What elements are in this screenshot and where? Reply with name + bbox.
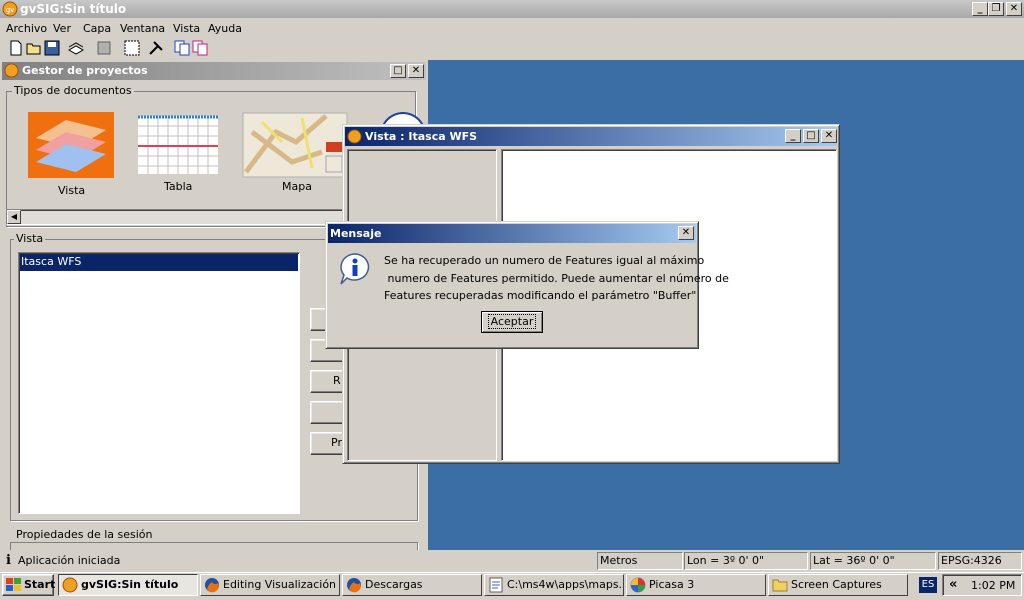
menu-capa[interactable]: Capa — [83, 22, 111, 35]
menu-ayuda[interactable]: Ayuda — [208, 22, 242, 35]
grid-icon[interactable] — [124, 40, 140, 56]
view-window-title: Vista : Itasca WFS — [365, 130, 478, 143]
status-units: Metros — [597, 552, 683, 570]
tools-icon[interactable] — [148, 40, 164, 56]
add-layer-icon[interactable] — [68, 40, 84, 56]
status-info-icon: i — [6, 553, 11, 568]
status-message: Aplicación iniciada — [18, 554, 121, 567]
vista-icon — [28, 112, 114, 178]
menu-ventana[interactable]: Ventana — [120, 22, 165, 35]
mapa-icon — [242, 112, 348, 178]
task-label: Editing Visualización ... — [223, 578, 340, 591]
menu-ver[interactable]: Ver — [53, 22, 71, 35]
view-window-titlebar: Vista : Itasca WFS _ □ ✕ — [345, 127, 837, 146]
start-label: Start — [24, 578, 56, 591]
doc-type-mapa[interactable]: Mapa — [242, 112, 348, 198]
dialog-titlebar: Mensaje ✕ — [328, 224, 696, 243]
system-tray: « 1:02 PM — [942, 574, 1022, 596]
menu-bar: Archivo Ver Capa Ventana Vista Ayuda — [0, 18, 1024, 38]
menu-archivo[interactable]: Archivo — [6, 22, 47, 35]
task-gvsig[interactable]: gvSIG:Sin título — [58, 574, 198, 596]
save-icon[interactable] — [44, 40, 60, 56]
task-firefox-downloads[interactable]: Descargas — [342, 574, 482, 596]
status-lon: Lon = 3º 0' 0" — [684, 552, 808, 570]
new-document-icon[interactable] — [8, 40, 24, 56]
list-item-label: Itasca WFS — [21, 255, 82, 268]
maximize-button[interactable]: □ — [803, 129, 819, 143]
dialog-title: Mensaje — [330, 227, 382, 240]
doc-type-mapa-label: Mapa — [282, 180, 312, 193]
folder-icon — [772, 579, 788, 592]
gvsig-logo-icon — [347, 129, 362, 144]
info-icon — [340, 253, 370, 285]
start-button[interactable]: Start — [2, 574, 56, 596]
minimize-button[interactable]: _ — [785, 129, 801, 143]
close-button[interactable]: ✕ — [408, 64, 424, 78]
doc-types-scrollbar[interactable]: ◀ — [6, 209, 346, 225]
print-icon[interactable] — [192, 40, 208, 56]
open-folder-icon[interactable] — [26, 40, 42, 56]
tabla-icon — [138, 115, 218, 174]
clock: 1:02 PM — [971, 579, 1016, 592]
language-indicator[interactable]: ES — [919, 577, 937, 593]
windows-logo-icon — [6, 578, 21, 591]
notepad-icon — [489, 577, 503, 593]
side-button-label: Pr — [331, 436, 342, 449]
side-button-label: R — [333, 374, 341, 387]
session-label: Propiedades de la sesión — [14, 528, 155, 541]
maximize-button[interactable]: □ — [390, 64, 406, 78]
project-manager-title: Gestor de proyectos — [22, 64, 148, 77]
firefox-icon — [205, 578, 219, 593]
close-button[interactable]: ✕ — [678, 226, 694, 240]
app-title: gvSIG:Sin título — [20, 2, 127, 16]
copy-icon[interactable] — [174, 40, 190, 56]
status-lat: Lat = 36º 0' 0" — [810, 552, 936, 570]
vista-list-label: Vista — [14, 232, 46, 245]
picasa-icon — [630, 577, 646, 593]
doc-types-label: Tipos de documentos — [12, 84, 134, 97]
task-label: C:\ms4w\apps\maps... — [507, 578, 624, 591]
dialog-message-line-1: Se ha recuperado un numero de Features i… — [384, 254, 705, 267]
dialog-message-line-3: Features recuperadas modificando el pará… — [384, 289, 697, 302]
app-titlebar: gv gvSIG:Sin título _ ❐ ✕ — [0, 0, 1024, 18]
task-notepad[interactable]: C:\ms4w\apps\maps... — [484, 574, 624, 596]
status-epsg: EPSG:4326 — [938, 552, 1022, 570]
gvsig-logo-icon — [4, 63, 19, 78]
task-picasa[interactable]: Picasa 3 — [626, 574, 766, 596]
accept-button-label: Aceptar — [487, 314, 537, 329]
accept-button[interactable]: Aceptar — [481, 311, 543, 333]
tray-expand-button[interactable]: « — [949, 577, 957, 592]
doc-type-tabla-label: Tabla — [164, 180, 193, 193]
close-button[interactable]: ✕ — [1006, 2, 1022, 16]
doc-type-tabla[interactable]: Tabla — [132, 112, 222, 196]
list-item[interactable]: Itasca WFS — [20, 254, 298, 271]
task-screen-captures[interactable]: Screen Captures — [768, 574, 908, 596]
close-button[interactable]: ✕ — [821, 129, 837, 143]
menu-vista[interactable]: Vista — [173, 22, 200, 35]
task-label: gvSIG:Sin título — [81, 578, 179, 591]
restore-button[interactable]: ❐ — [988, 2, 1004, 16]
doc-type-vista[interactable]: Vista — [26, 110, 116, 198]
task-label: Descargas — [365, 578, 423, 591]
toolbar — [0, 38, 1024, 60]
language-label: ES — [921, 579, 935, 590]
doc-type-vista-label: Vista — [58, 184, 86, 197]
svg-text:gv: gv — [6, 6, 15, 14]
message-dialog: Mensaje ✕ Se ha recuperado un numero de … — [325, 221, 729, 349]
task-firefox-editing[interactable]: Editing Visualización ... — [200, 574, 340, 596]
table-icon[interactable] — [96, 40, 112, 56]
firefox-icon — [347, 578, 361, 593]
task-label: Picasa 3 — [649, 578, 695, 591]
vista-list[interactable]: Itasca WFS — [18, 252, 300, 514]
dialog-message-line-2: numero de Features permitido. Puede aume… — [384, 272, 729, 285]
task-label: Screen Captures — [791, 578, 882, 591]
gvsig-logo-icon — [62, 577, 78, 593]
minimize-button[interactable]: _ — [972, 2, 988, 16]
scroll-left-button[interactable]: ◀ — [7, 210, 21, 224]
project-manager-titlebar: Gestor de proyectos □ ✕ — [2, 62, 426, 80]
gvsig-logo-icon: gv — [2, 1, 18, 17]
